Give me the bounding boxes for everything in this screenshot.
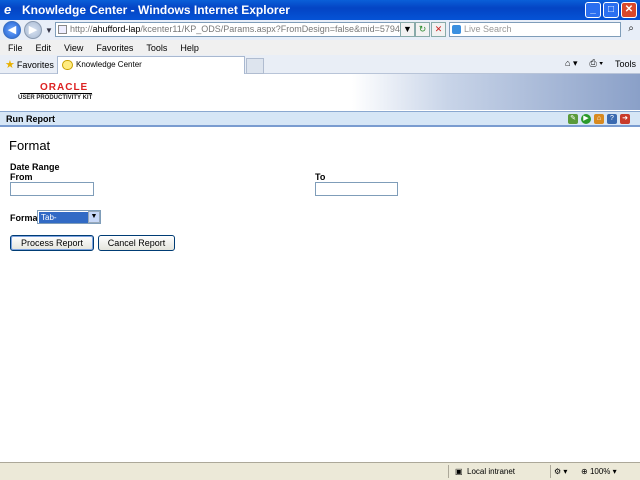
- chevron-down-icon[interactable]: ▼: [88, 211, 100, 223]
- print-icon[interactable]: ⎙ ▾: [590, 58, 603, 69]
- logout-icon[interactable]: ➜: [620, 114, 630, 124]
- url-field[interactable]: http://ahufford-lap/kcenter11/KP_ODS/Par…: [55, 22, 413, 37]
- live-search-icon: [452, 25, 461, 34]
- report-icon[interactable]: ✎: [568, 114, 578, 124]
- history-dropdown-icon[interactable]: ▼: [45, 26, 53, 35]
- home-page-icon[interactable]: ⌂: [594, 114, 604, 124]
- favorites-bar: ★ Favorites Knowledge Center ⌂ ▾ ⎙ ▾ Too…: [0, 55, 640, 74]
- star-icon: ★: [5, 59, 15, 71]
- from-date-input[interactable]: [10, 182, 94, 196]
- menu-favorites[interactable]: Favorites: [96, 43, 133, 53]
- to-label: To: [315, 172, 326, 182]
- favorites-button[interactable]: ★ Favorites: [5, 58, 54, 71]
- zone-label: Local intranet: [467, 467, 516, 476]
- search-placeholder: Live Search: [464, 24, 512, 34]
- tab-page-icon: [62, 60, 73, 70]
- oracle-logo: ORACLE: [40, 82, 89, 93]
- tab-knowledge-center[interactable]: Knowledge Center: [57, 56, 245, 74]
- format-label: Format: [10, 213, 41, 223]
- status-divider: [448, 465, 449, 478]
- page-icon: [58, 25, 67, 34]
- ie-logo-icon: e: [4, 2, 12, 17]
- url-host: ahufford-lap: [92, 24, 141, 34]
- tools-menu-button[interactable]: Tools: [615, 59, 636, 69]
- url-path: /kcenter11/KP_ODS/Params.aspx?FromDesign…: [140, 24, 410, 34]
- zoom-level: 100%: [589, 467, 611, 476]
- to-date-input[interactable]: [315, 182, 398, 196]
- url-prefix: http://: [70, 24, 93, 34]
- protected-mode-icon[interactable]: ⚙ ▾: [554, 465, 567, 478]
- from-label: From: [10, 172, 33, 182]
- status-bar: ▣ Local intranet ⚙ ▾ ⊕ 100% ▾: [0, 462, 640, 480]
- format-selected-value: Tab-delimited: [39, 212, 88, 233]
- url-dropdown-icon[interactable]: ▼: [400, 22, 415, 37]
- intranet-zone-icon: ▣: [455, 467, 463, 476]
- tab-title: Knowledge Center: [76, 60, 142, 69]
- close-window-button[interactable]: ✕: [621, 2, 637, 18]
- minimize-button[interactable]: _: [585, 2, 601, 18]
- menu-help[interactable]: Help: [180, 43, 199, 53]
- go-icon[interactable]: ▶: [581, 114, 591, 124]
- section-title: Run Report: [6, 114, 55, 124]
- page-content: ORACLE USER PRODUCTIVITY KIT Run Report …: [0, 74, 640, 462]
- menu-tools[interactable]: Tools: [146, 43, 167, 53]
- forward-button[interactable]: ▶: [24, 21, 42, 39]
- cancel-report-button[interactable]: Cancel Report: [98, 235, 175, 251]
- process-report-button[interactable]: Process Report: [10, 235, 94, 251]
- menu-bar: File Edit View Favorites Tools Help: [0, 40, 640, 55]
- new-tab-button[interactable]: [246, 58, 264, 74]
- format-select[interactable]: Tab-delimited ▼: [37, 210, 101, 233]
- home-icon[interactable]: ⌂ ▾: [565, 58, 577, 69]
- run-report-bar: Run Report ✎ ▶ ⌂ ? ➜: [0, 111, 640, 127]
- address-bar: ◀ ▶ ▼ http://ahufford-lap/kcenter11/KP_O…: [0, 20, 640, 40]
- page-heading: Format: [9, 138, 51, 153]
- upk-logo-text: USER PRODUCTIVITY KIT: [18, 95, 93, 101]
- menu-view[interactable]: View: [64, 43, 83, 53]
- search-input[interactable]: Live Search: [449, 22, 621, 37]
- menu-edit[interactable]: Edit: [36, 43, 52, 53]
- zoom-control[interactable]: ⊕ 100% ▾: [581, 465, 617, 478]
- window-title: Knowledge Center - Windows Internet Expl…: [22, 3, 290, 17]
- menu-file[interactable]: File: [8, 43, 23, 53]
- help-icon[interactable]: ?: [607, 114, 617, 124]
- stop-icon[interactable]: ✕: [431, 22, 446, 37]
- back-button[interactable]: ◀: [3, 21, 21, 39]
- status-divider: [550, 465, 551, 478]
- maximize-button[interactable]: □: [603, 2, 619, 18]
- favorites-label: Favorites: [16, 59, 54, 70]
- logo-divider: [20, 93, 92, 94]
- window-titlebar: e Knowledge Center - Windows Internet Ex…: [0, 0, 640, 20]
- refresh-icon[interactable]: ↻: [415, 22, 430, 37]
- header-banner: ORACLE USER PRODUCTIVITY KIT: [0, 74, 640, 110]
- date-range-label: Date Range: [10, 162, 60, 172]
- search-icon[interactable]: ⌕: [624, 22, 638, 37]
- zoom-icon: ⊕: [581, 467, 588, 476]
